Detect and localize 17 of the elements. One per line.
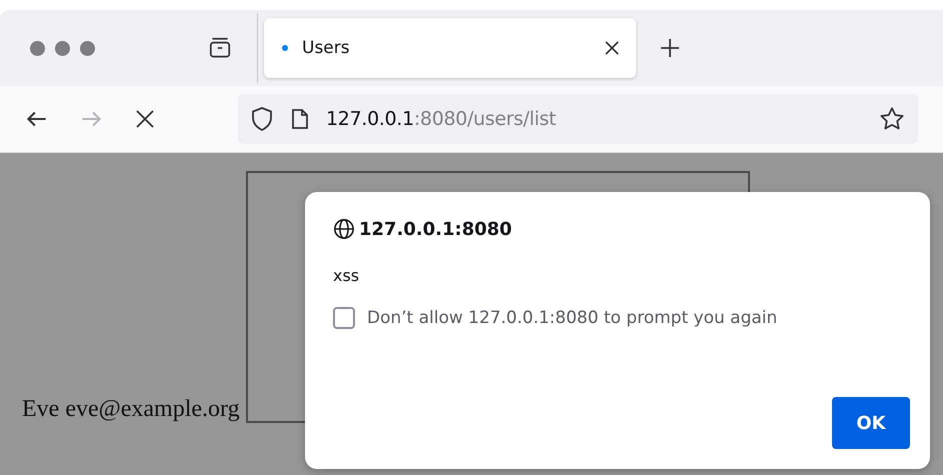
close-icon[interactable]	[604, 40, 620, 56]
window-minimize-control[interactable]	[55, 40, 70, 56]
url-text[interactable]: 127.0.0.1:8080/users/list	[326, 108, 862, 130]
loading-indicator-icon	[282, 45, 288, 51]
address-bar[interactable]: 127.0.0.1:8080/users/list	[238, 94, 918, 144]
user-entry: Eve eve@example.org	[22, 396, 240, 423]
ok-button[interactable]: OK	[832, 397, 910, 449]
shield-icon[interactable]	[250, 106, 274, 132]
dialog-origin: 127.0.0.1:8080	[359, 218, 512, 240]
browser-tab[interactable]: Users	[264, 18, 636, 78]
page-icon	[290, 107, 310, 131]
globe-icon	[333, 218, 355, 240]
checkbox[interactable]	[333, 307, 355, 329]
checkbox-label[interactable]: Don’t allow 127.0.0.1:8080 to prompt you again	[367, 308, 778, 328]
window-close-control[interactable]	[30, 40, 45, 56]
window-zoom-control[interactable]	[80, 40, 95, 56]
dialog-message: xss	[333, 266, 360, 285]
